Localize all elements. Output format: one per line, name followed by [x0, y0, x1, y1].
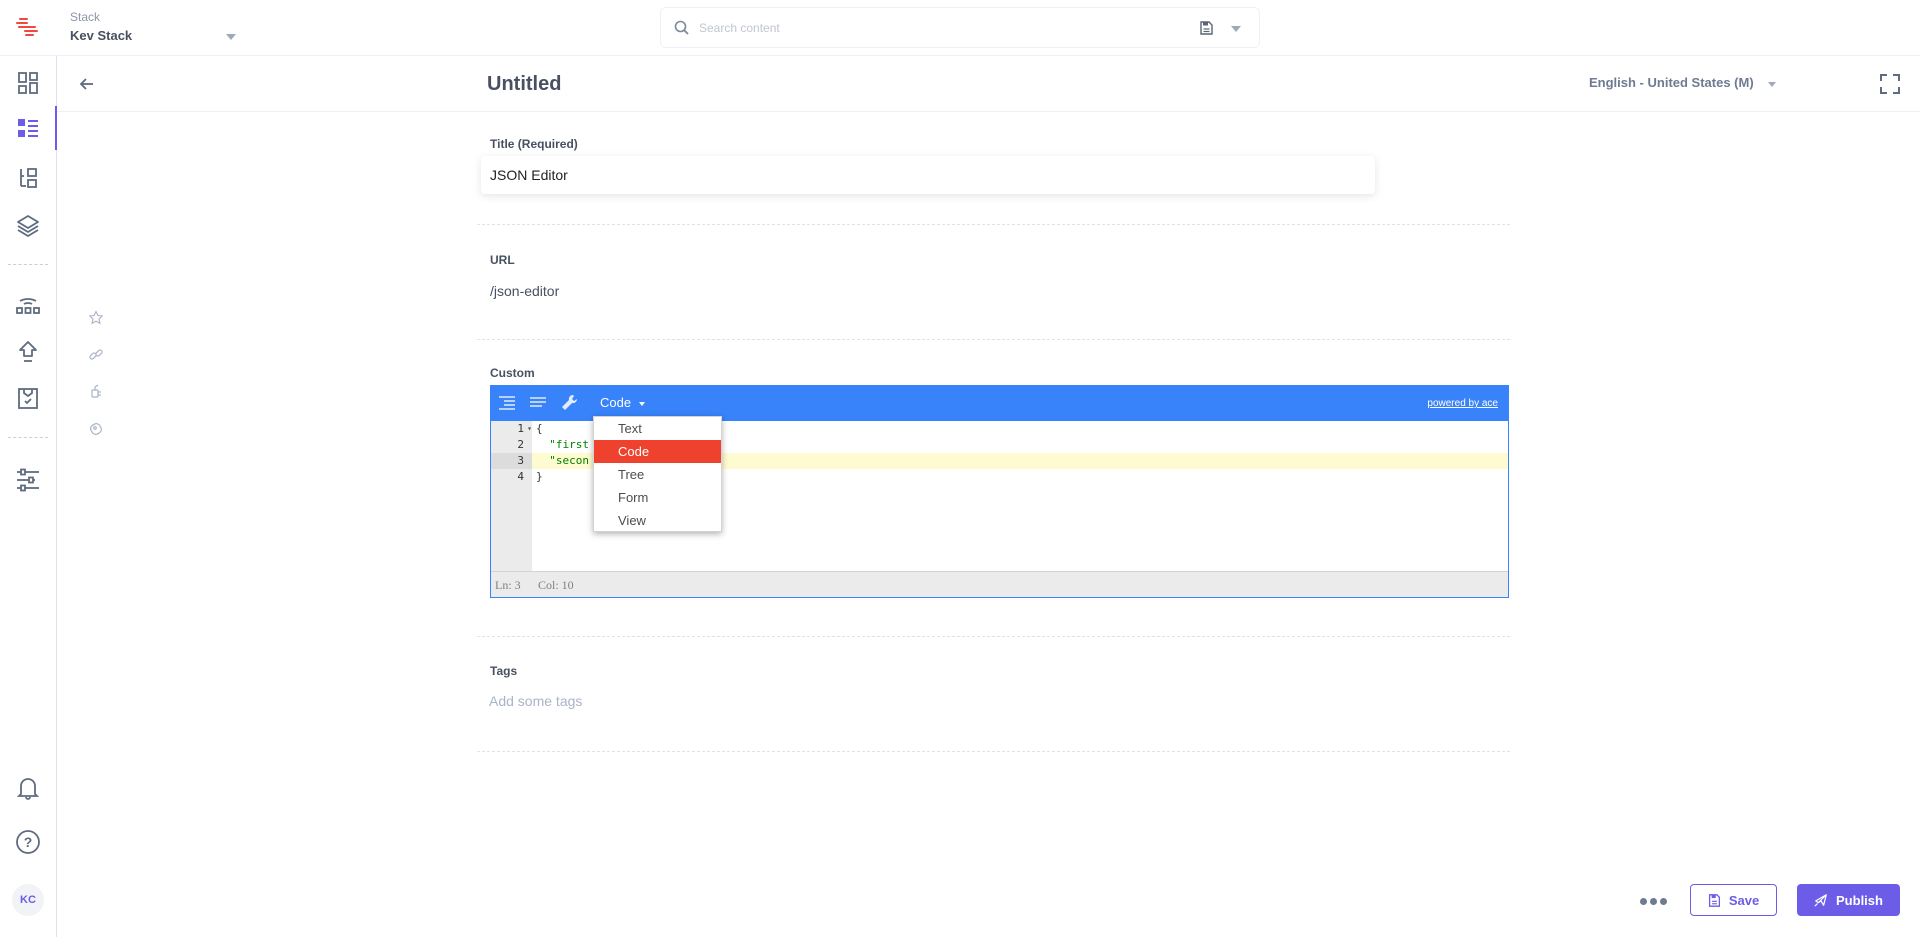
stack-name: Kev Stack [70, 28, 133, 43]
plugin-icon[interactable] [88, 384, 104, 400]
line-number: 4 [517, 470, 524, 483]
mode-dropdown-menu: Text Code Tree Form View [593, 416, 722, 532]
stack-selector[interactable]: Stack Kev Stack [70, 10, 240, 46]
mode-option-code[interactable]: Code [594, 440, 721, 463]
entry-header: Untitled English - United States (M) [57, 56, 1920, 112]
link-icon[interactable] [88, 347, 104, 363]
chevron-down-icon [226, 34, 236, 40]
releases-icon [16, 298, 40, 314]
tags-field-label: Tags [490, 664, 518, 678]
saved-searches-icon[interactable] [1198, 20, 1214, 36]
publish-button[interactable]: Publish [1797, 884, 1900, 916]
title-field [481, 156, 1375, 194]
sidebar-item-entries[interactable] [0, 106, 57, 150]
bell-icon [16, 778, 40, 800]
search-input[interactable] [699, 16, 1119, 40]
star-icon[interactable] [88, 310, 104, 326]
fullscreen-icon[interactable] [1879, 73, 1901, 95]
title-input[interactable] [481, 156, 1375, 194]
mode-option-view[interactable]: View [594, 509, 721, 532]
help-icon: ? [16, 830, 40, 854]
stack-label: Stack [70, 10, 101, 24]
powered-by-ace-link[interactable]: powered by ace [1427, 398, 1498, 409]
format-json-icon[interactable] [497, 393, 517, 413]
line-number: 2 [517, 438, 524, 451]
search-bar [660, 7, 1260, 48]
save-label: Save [1728, 892, 1760, 908]
dot-icon [1640, 898, 1647, 905]
field-divider [477, 636, 1510, 637]
tag-icon[interactable] [88, 421, 104, 437]
editor-status-bar: Ln: 3 Col: 10 [491, 571, 1508, 597]
more-options-button[interactable] [1640, 898, 1668, 906]
contentstack-logo[interactable] [14, 14, 40, 40]
field-divider [477, 751, 1510, 752]
rocket-icon [1814, 894, 1827, 907]
line-number: 3 [491, 453, 532, 469]
url-field-label: URL [490, 253, 515, 267]
compact-json-icon[interactable] [528, 393, 548, 413]
dot-icon [1660, 898, 1667, 905]
line-number: 1 ▾ [517, 422, 532, 435]
mode-option-tree[interactable]: Tree [594, 463, 721, 486]
locale-chevron-down-icon[interactable] [1768, 82, 1776, 87]
dashboard-icon [18, 72, 38, 94]
publish-label: Publish [1836, 892, 1883, 908]
user-avatar[interactable]: KC [12, 884, 44, 916]
sidebar-item-notifications[interactable] [0, 766, 56, 810]
cursor-column: Col: 10 [538, 578, 574, 592]
mode-option-text[interactable]: Text [594, 417, 721, 440]
save-button[interactable]: Save [1690, 884, 1777, 916]
line-number-gutter: 1 ▾ 2 3 4 [491, 421, 532, 572]
save-icon [1708, 893, 1720, 907]
assets-icon [17, 215, 39, 237]
mode-switcher-button[interactable]: Code [600, 395, 631, 410]
sidebar-divider [8, 264, 48, 265]
mode-caret-icon[interactable] [639, 402, 645, 406]
search-options-chevron-icon[interactable] [1231, 26, 1241, 32]
sidebar-item-assets[interactable] [0, 204, 56, 248]
sidebar-item-tasks[interactable] [0, 376, 56, 420]
custom-field-label: Custom [490, 366, 535, 380]
sidebar-item-content-models[interactable] [0, 156, 56, 200]
repair-json-wrench-icon[interactable] [559, 393, 579, 413]
tags-input[interactable] [489, 693, 1089, 709]
field-divider [477, 339, 1510, 340]
sidebar-item-releases[interactable] [0, 282, 56, 326]
content-models-icon [20, 168, 37, 188]
top-bar: Stack Kev Stack [0, 0, 1920, 56]
url-field-value[interactable]: /json-editor [490, 283, 559, 299]
svg-text:?: ? [24, 834, 33, 850]
sidebar-divider [8, 437, 48, 438]
publish-queue-icon [19, 341, 37, 362]
entries-icon [18, 119, 38, 137]
tasks-icon [18, 388, 38, 409]
entry-side-rail [88, 310, 108, 458]
sidebar: ? KC [0, 56, 57, 937]
sidebar-item-publish-queue[interactable] [0, 330, 56, 374]
locale-selector[interactable]: English - United States (M) [1589, 75, 1754, 90]
sidebar-item-help[interactable]: ? [0, 820, 56, 864]
page-title: Untitled [487, 73, 562, 95]
cursor-line: Ln: 3 [495, 578, 521, 592]
mode-option-form[interactable]: Form [594, 486, 721, 509]
back-arrow-icon[interactable] [77, 74, 97, 94]
settings-icon [17, 468, 39, 492]
search-icon [674, 20, 689, 35]
dot-icon [1650, 898, 1657, 905]
sidebar-item-settings[interactable] [0, 458, 56, 502]
title-field-label: Title (Required) [490, 137, 578, 151]
sidebar-item-dashboard[interactable] [0, 61, 56, 105]
field-divider [477, 224, 1510, 225]
